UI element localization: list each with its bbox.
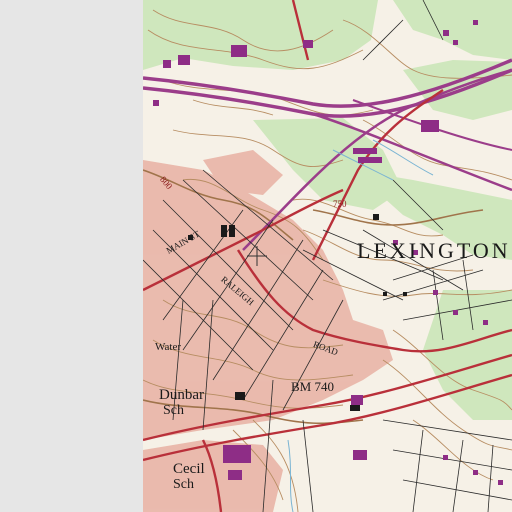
dunbar-sch-label: Sch <box>163 403 184 418</box>
dunbar-label: Dunbar <box>159 387 204 403</box>
side-panel <box>0 0 143 512</box>
topographic-map[interactable]: LEXINGTON MAIN ST RALEIGH ROAD Water Dun… <box>143 0 512 512</box>
water-label: Water <box>155 341 181 353</box>
benchmark-label: BM 740 <box>291 379 334 394</box>
cecil-sch-label: Sch <box>173 477 194 492</box>
cecil-label: Cecil <box>173 461 205 477</box>
elevation-750-label: 750 <box>333 199 347 209</box>
place-name-label: LEXINGTON <box>357 238 511 263</box>
